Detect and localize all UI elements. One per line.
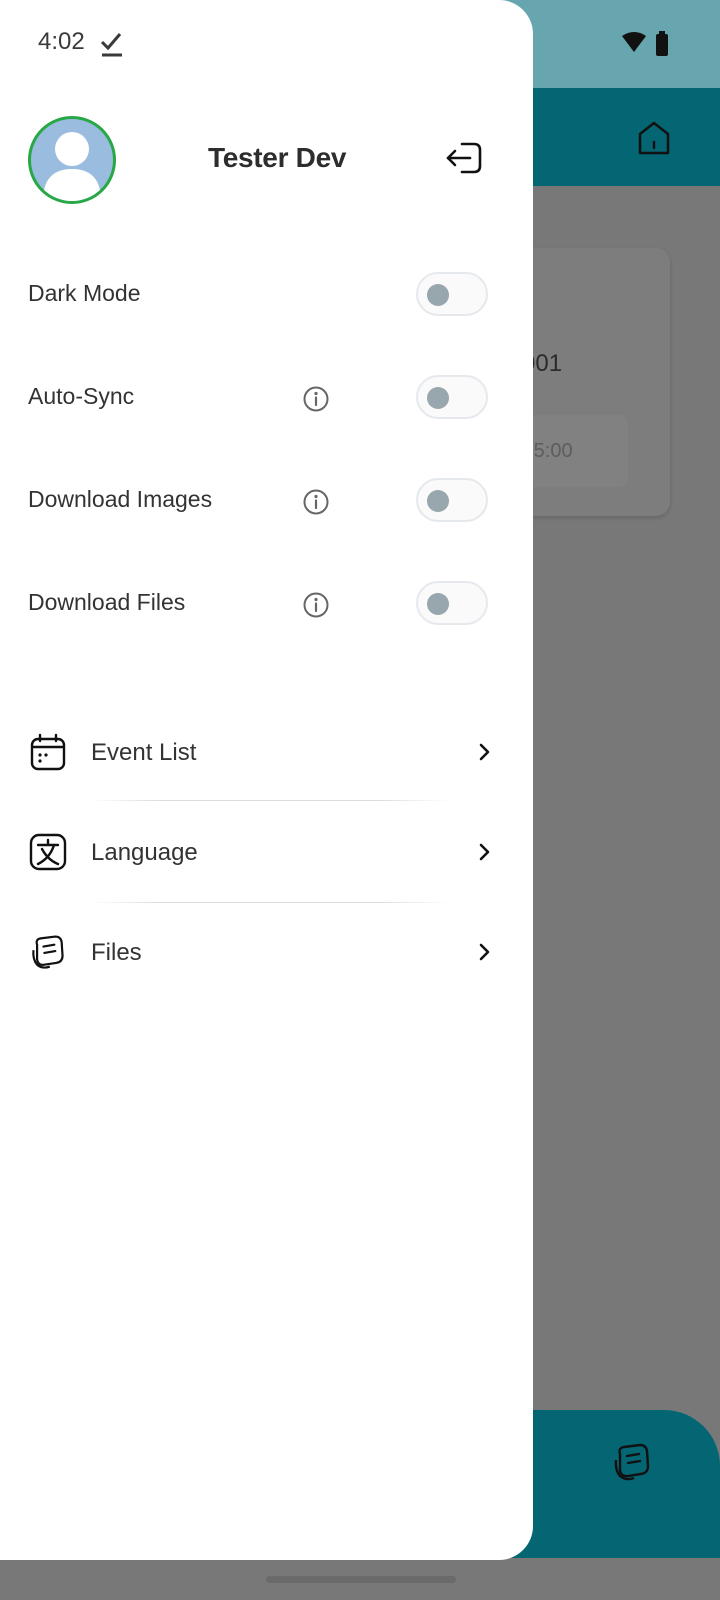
divider	[90, 800, 450, 801]
avatar[interactable]	[28, 116, 116, 204]
chevron-right-icon	[479, 943, 490, 961]
check-icon	[100, 33, 122, 57]
dark-mode-toggle[interactable]	[416, 272, 488, 316]
nav-label: Language	[91, 839, 198, 866]
files-icon[interactable]	[610, 1440, 654, 1484]
nav-item-files[interactable]: Files	[28, 922, 498, 982]
toggle-knob	[427, 387, 449, 409]
toggle-knob	[427, 593, 449, 615]
translate-icon	[29, 833, 67, 871]
chevron-right-icon	[479, 743, 490, 761]
setting-download-images: Download Images	[28, 476, 498, 526]
user-icon	[43, 132, 101, 201]
setting-download-files: Download Files	[28, 579, 498, 629]
setting-dark-mode: Dark Mode	[28, 270, 498, 320]
calendar-icon	[30, 733, 66, 771]
toggle-knob	[427, 284, 449, 306]
setting-label: Download Images	[28, 486, 213, 512]
toggle-knob	[427, 490, 449, 512]
gesture-navigation-bar[interactable]	[266, 1576, 456, 1583]
user-name: Tester Dev	[208, 142, 347, 173]
chevron-right-icon	[479, 843, 490, 861]
navigation-drawer: 4:02 Tester Dev Dark Mode Auto-Sync Down…	[0, 0, 533, 1560]
status-icons	[622, 31, 668, 56]
info-icon[interactable]	[302, 591, 330, 619]
setting-label: Dark Mode	[28, 280, 141, 306]
info-icon[interactable]	[302, 385, 330, 413]
download-images-toggle[interactable]	[416, 478, 488, 522]
nav-item-event-list[interactable]: Event List	[28, 722, 498, 782]
setting-label: Download Files	[28, 589, 186, 615]
setting-label: Auto-Sync	[28, 383, 135, 409]
nav-label: Files	[91, 939, 142, 966]
divider	[90, 902, 450, 903]
logout-icon[interactable]	[444, 138, 484, 178]
files-icon	[32, 935, 64, 969]
nav-label: Event List	[91, 739, 197, 766]
nav-item-language[interactable]: Language	[28, 822, 498, 882]
status-time: 4:02	[38, 28, 85, 55]
setting-auto-sync: Auto-Sync	[28, 373, 498, 423]
info-icon[interactable]	[302, 488, 330, 516]
auto-sync-toggle[interactable]	[416, 375, 488, 419]
download-files-toggle[interactable]	[416, 581, 488, 625]
home-icon[interactable]	[634, 118, 674, 158]
